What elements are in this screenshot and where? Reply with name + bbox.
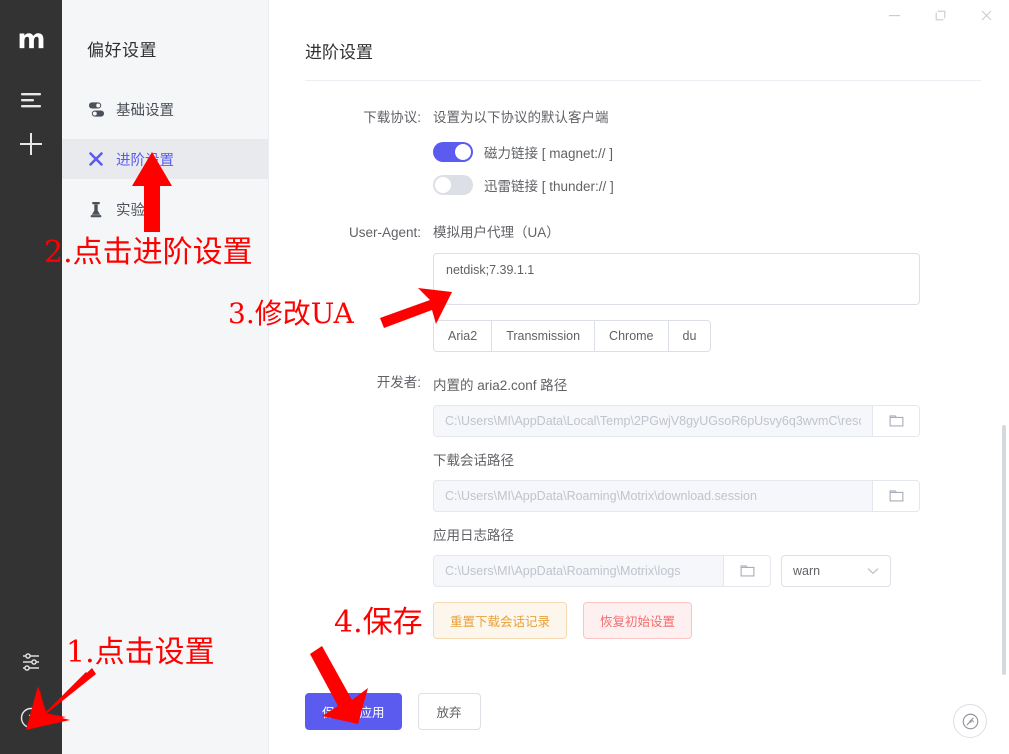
user-agent-description: 模拟用户代理（UA） (433, 225, 560, 240)
logs-path-title: 应用日志路径 (433, 528, 514, 543)
logs-path-row: warn (433, 555, 979, 587)
settings-form: 下载协议: 设置为以下协议的默认客户端 磁力链接 [ magnet:// ] 迅… (269, 81, 1009, 639)
ua-preset-aria2[interactable]: Aria2 (434, 321, 493, 351)
ua-preset-transmission[interactable]: Transmission (492, 321, 596, 351)
reset-session-button[interactable]: 重置下载会话记录 (433, 602, 568, 639)
user-agent-label: User-Agent: (348, 225, 421, 240)
user-agent-field: 模拟用户代理（UA） Aria2 Transmission Chrome du (433, 222, 1009, 352)
logs-path-input-wrap (433, 555, 771, 587)
developer-label: 开发者: (376, 375, 421, 390)
developer-actions: 重置下载会话记录 恢复初始设置 (433, 602, 979, 639)
page-title: 进阶设置 (305, 43, 373, 62)
tools-icon (87, 150, 105, 168)
protocol-field: 设置为以下协议的默认客户端 磁力链接 [ magnet:// ] 迅雷链接 [ … (433, 107, 1009, 195)
form-actions: 保存并应用 放弃 (305, 693, 481, 730)
thunder-toggle-label: 迅雷链接 [ thunder:// ] (484, 179, 614, 194)
question-circle-icon[interactable]: ? (8, 696, 54, 740)
speedometer-icon[interactable] (953, 704, 987, 738)
ua-preset-chrome[interactable]: Chrome (595, 321, 669, 351)
protocol-row: 下载协议: 设置为以下协议的默认客户端 磁力链接 [ magnet:// ] 迅… (269, 107, 1009, 195)
folder-icon[interactable] (723, 556, 770, 586)
sidebar-item-basic-settings[interactable]: 基础设置 (62, 89, 268, 129)
protocol-description: 设置为以下协议的默认客户端 (433, 110, 609, 125)
session-path-row (433, 480, 979, 512)
minimize-icon[interactable] (871, 0, 917, 30)
close-icon[interactable] (963, 0, 1009, 30)
aria2-conf-path-row (433, 405, 979, 437)
sidebar-item-advanced-settings[interactable]: 进阶设置 (62, 139, 268, 179)
magnet-toggle-label: 磁力链接 [ magnet:// ] (484, 146, 614, 161)
magnet-toggle-row: 磁力链接 [ magnet:// ] (433, 142, 979, 162)
thunder-toggle-row: 迅雷链接 [ thunder:// ] (433, 175, 979, 195)
maximize-icon[interactable] (917, 0, 963, 30)
ua-preset-du[interactable]: du (668, 321, 711, 351)
sidebar-item-label: 实验室 (116, 202, 160, 219)
user-agent-input[interactable] (433, 253, 920, 305)
preferences-sidebar: 偏好设置 基础设置 进阶设置 实验室 (62, 0, 269, 754)
session-path-title: 下载会话路径 (433, 453, 514, 468)
user-agent-row: User-Agent: 模拟用户代理（UA） Aria2 Transmissio… (269, 222, 1009, 352)
toggles-icon (87, 100, 105, 118)
developer-row: 开发者: 内置的 aria2.conf 路径 C:\Users\MI\AppDa… (269, 372, 1009, 639)
folder-icon[interactable] (872, 406, 919, 436)
app-logo: m (17, 23, 45, 55)
logs-path-input[interactable] (434, 556, 723, 586)
left-rail: m ? (0, 0, 62, 754)
sidebar-item-lab[interactable]: 实验室 (62, 189, 268, 229)
restore-defaults-button[interactable]: 恢复初始设置 (583, 602, 693, 639)
magnet-toggle[interactable] (433, 142, 473, 162)
sidebar-item-label: 进阶设置 (116, 152, 174, 169)
discard-button[interactable]: 放弃 (417, 693, 481, 730)
main-panel: 进阶设置 下载协议: 设置为以下协议的默认客户端 磁力链接 [ magnet:/… (269, 0, 1009, 754)
save-button[interactable]: 保存并应用 (305, 693, 402, 730)
aria2-conf-path-input-wrap (433, 405, 920, 437)
folder-icon[interactable] (872, 481, 919, 511)
developer-field: 内置的 aria2.conf 路径 下载会话路径 (433, 372, 1009, 639)
aria2-conf-path-title: 内置的 aria2.conf 路径 (433, 378, 568, 393)
user-agent-presets: Aria2 Transmission Chrome du (433, 320, 712, 352)
rail-bottom-group: ? (8, 640, 54, 740)
svg-text:?: ? (28, 712, 34, 725)
flask-icon (87, 200, 105, 218)
thunder-toggle[interactable] (433, 175, 473, 195)
session-path-input-wrap (433, 480, 920, 512)
log-level-value: warn (793, 564, 821, 578)
protocol-label: 下载协议: (363, 110, 421, 125)
preferences-title: 偏好设置 (87, 41, 157, 60)
sidebar-item-label: 基础设置 (116, 102, 174, 119)
sliders-icon[interactable] (8, 640, 54, 684)
app-window: m ? 偏好设置 基础设置 进阶设置 实验室 进阶设置 下载协议: 设置为以下协… (0, 0, 1009, 754)
add-task-button[interactable] (8, 122, 54, 166)
vertical-scrollbar[interactable] (1002, 425, 1006, 675)
task-list-icon[interactable] (8, 78, 54, 122)
log-level-select[interactable]: warn (781, 555, 891, 587)
chevron-down-icon (867, 564, 879, 578)
aria2-conf-path-input[interactable] (434, 406, 872, 436)
preferences-nav-list: 基础设置 进阶设置 实验室 (62, 89, 268, 229)
window-controls (871, 0, 1009, 30)
session-path-input[interactable] (434, 481, 872, 511)
